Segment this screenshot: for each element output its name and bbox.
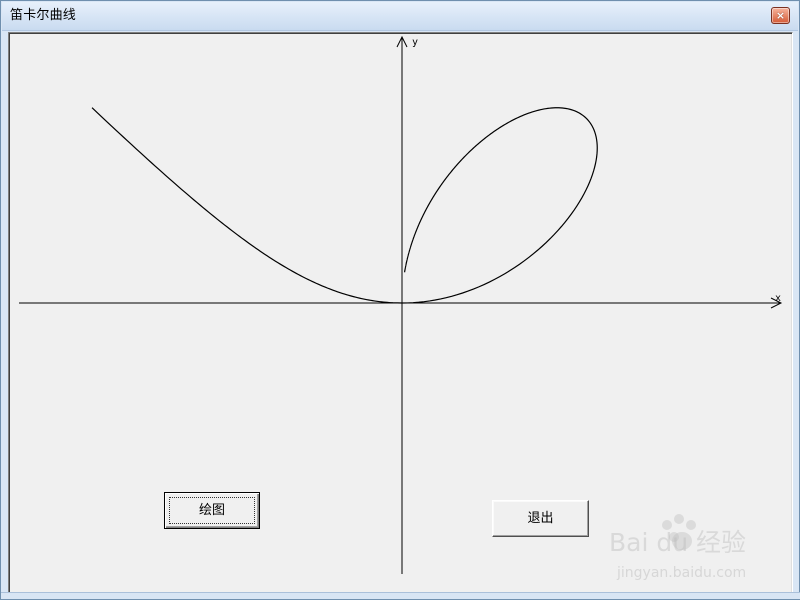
curve-plot: x y: [19, 35, 783, 574]
title-bar[interactable]: 笛卡尔曲线 ×: [2, 2, 798, 31]
exit-button[interactable]: 退出: [492, 500, 589, 537]
y-axis-label: y: [412, 37, 418, 48]
drawing-area: x y 绘图 退出: [8, 32, 793, 594]
window-bottom-edge: [1, 592, 800, 599]
x-axis-label: x: [775, 293, 781, 304]
main-window: 笛卡尔曲线 × x y 绘图 退出 Bai du 经验 jingyan.baid…: [0, 0, 800, 600]
close-icon: ×: [775, 9, 786, 22]
folium-curve: [91, 107, 598, 304]
window-title: 笛卡尔曲线: [10, 8, 77, 23]
draw-button[interactable]: 绘图: [164, 492, 260, 529]
close-button[interactable]: ×: [771, 7, 790, 24]
